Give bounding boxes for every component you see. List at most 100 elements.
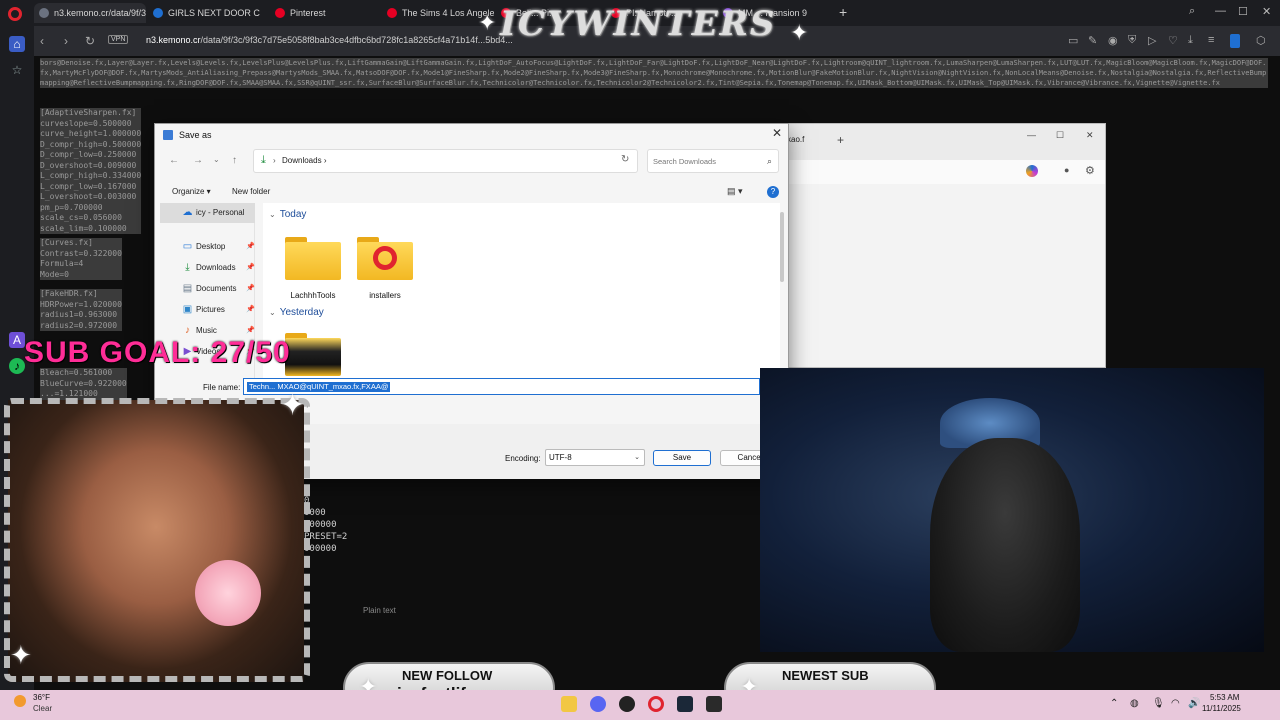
star-icon[interactable]: ☆ <box>9 62 25 78</box>
clock-date[interactable]: 11/11/2025 <box>1202 704 1241 713</box>
download-icon: ⤓ <box>185 262 190 273</box>
tab-title: GIRLS NEXT DOOR COLLE <box>168 8 260 18</box>
notepad-close-button[interactable]: ✕ <box>1086 130 1094 141</box>
search-tabs-icon[interactable]: ⌕ <box>1189 5 1195 18</box>
reload-icon[interactable]: ↻ <box>85 34 95 48</box>
download-icon[interactable]: ⤓ <box>1188 34 1193 47</box>
user-icon[interactable]: ● <box>1064 165 1069 175</box>
weather-icon[interactable] <box>14 695 26 707</box>
sparkle-icon: ✦ <box>790 20 809 45</box>
chevron-down-icon[interactable]: ⌄ <box>213 155 220 164</box>
close-button[interactable]: ✕ <box>1262 5 1271 18</box>
opera-logo-icon[interactable] <box>8 7 22 21</box>
notepad-maximize-button[interactable]: ☐ <box>1056 130 1064 141</box>
group-header-yesterday[interactable]: ⌄ Yesterday <box>269 307 324 318</box>
view-icon[interactable]: ▤ ▾ <box>727 186 743 197</box>
minimize-button[interactable]: — <box>1215 5 1226 17</box>
sidebar-item-label: Documents <box>196 284 237 293</box>
breadcrumb-item-downloads[interactable]: Downloads › <box>282 156 326 165</box>
save-button[interactable]: Save <box>653 450 711 466</box>
back-icon[interactable]: ‹ <box>40 34 44 48</box>
clock-time[interactable]: 5:53 AM <box>1210 693 1239 702</box>
opera-icon[interactable] <box>648 696 664 712</box>
tab-title: Pinterest <box>290 8 326 18</box>
volume-icon[interactable]: 🔊 <box>1188 698 1200 709</box>
code-sharpen: [AdaptiveSharpen.fx] curveslope=0.500000… <box>40 108 142 234</box>
sparkle-icon: ✦ <box>10 640 32 670</box>
sidebar-item-documents[interactable]: ▤ Documents 📌 <box>160 279 255 299</box>
sidebar-item-label: Desktop <box>196 242 226 251</box>
folder-item[interactable]: LachhhTools <box>275 231 341 300</box>
network-icon[interactable]: ◍ <box>1130 698 1139 709</box>
microphone-icon[interactable]: 🎙 <box>1152 698 1165 709</box>
file-name-value: Techn... MXAO@qUINT_mxao.fx,FXAA@ <box>247 382 391 392</box>
file-explorer-icon[interactable] <box>561 696 577 712</box>
dialog-close-button[interactable]: ✕ <box>772 126 782 140</box>
folder-icon <box>357 242 413 280</box>
shield-icon[interactable]: ⛨ <box>1128 34 1136 47</box>
back-icon[interactable]: ← <box>169 155 179 166</box>
file-list-scrollbar[interactable] <box>780 212 784 282</box>
taskbar: 36°F Clear ⌃ ◍ 🎙 ◠ 🔊 5:53 AM 11/11/2025 <box>0 690 1280 720</box>
play-icon[interactable]: ▷ <box>1148 34 1156 47</box>
download-icon: ⤓ <box>261 154 266 166</box>
extensions-icon[interactable]: ⬡ <box>1256 34 1266 47</box>
up-icon[interactable]: ↑ <box>232 155 237 166</box>
url-field[interactable]: n3.kemono.cr/data/9f/3c/9f3c7d75e5058f8b… <box>146 35 513 45</box>
search-input[interactable]: Search Downloads ⌕ <box>647 149 779 173</box>
sidebar-item-label: icy - Personal <box>196 208 245 217</box>
notepad-new-tab-button[interactable]: + <box>837 133 844 147</box>
sidebar-item-icy-personal[interactable]: ☁ icy - Personal <box>160 203 255 223</box>
maximize-button[interactable]: ☐ <box>1238 5 1248 18</box>
breadcrumb[interactable]: ⤓ › Downloads › ⌄ <box>253 149 702 173</box>
edit-icon[interactable]: ✎ <box>1088 34 1097 47</box>
file-name-input[interactable]: Techn... MXAO@qUINT_mxao.fx,FXAA@ <box>243 378 760 395</box>
notepad-minimize-button[interactable]: — <box>1027 130 1036 140</box>
sidebar-item-desktop[interactable]: ▭ Desktop 📌 <box>160 237 255 257</box>
code-bloom: Bleach=0.561000 BlueCurve=0.922000 ...=1… <box>40 368 127 400</box>
sidebar-item-pictures[interactable]: ▣ Pictures 📌 <box>160 300 255 320</box>
forward-icon[interactable]: → <box>193 155 203 166</box>
menu-icon[interactable]: ≡ <box>1208 34 1214 46</box>
status-plain-text: Plain text <box>363 606 396 615</box>
notepad-tab[interactable]: xao.f <box>787 135 804 144</box>
sidebar-item-downloads[interactable]: ⤓ Downloads 📌 <box>160 258 255 278</box>
notepad-toolbar: ● ⚙ <box>781 160 1105 184</box>
tab-girls-next-door[interactable]: GIRLS NEXT DOOR COLLE <box>148 3 260 23</box>
wifi-icon[interactable]: ◠ <box>1171 698 1180 709</box>
profile-icon[interactable] <box>1230 34 1240 48</box>
code-after: 0 0000 000000 PRESET=2 000000 <box>304 496 348 554</box>
refresh-icon[interactable]: ↻ <box>621 154 629 165</box>
vpn-badge[interactable]: VPN <box>108 35 129 44</box>
tab-pinterest[interactable]: Pinterest <box>270 3 376 23</box>
discord-icon[interactable] <box>590 696 606 712</box>
chevron-up-icon[interactable]: ⌃ <box>1110 698 1118 709</box>
sub-goal-counter: SUB GOAL: 27/50 <box>24 336 291 369</box>
heart-icon[interactable]: ♡ <box>1168 34 1178 47</box>
encoding-select[interactable]: UTF-8 ⌄ <box>545 449 645 466</box>
notepad-icon <box>163 130 173 140</box>
group-header-today[interactable]: ⌄ Today <box>269 209 306 220</box>
new-tab-button[interactable]: + <box>839 5 847 19</box>
terminal-icon[interactable] <box>706 696 722 712</box>
help-icon[interactable]: ? <box>767 186 779 198</box>
chevron-right-icon: › <box>273 156 276 165</box>
obs-icon[interactable] <box>619 696 635 712</box>
steam-icon[interactable] <box>677 696 693 712</box>
organize-button[interactable]: Organize ▾ <box>172 187 211 196</box>
aria-icon[interactable]: A <box>9 332 25 348</box>
encoding-label: Encoding: <box>505 454 541 463</box>
copilot-icon[interactable] <box>1026 165 1038 177</box>
breadcrumb-label: Downloads <box>282 156 322 165</box>
gear-icon[interactable]: ⚙ <box>1085 164 1095 177</box>
spotify-icon[interactable]: ♪ <box>9 358 25 374</box>
forward-icon[interactable]: › <box>64 34 68 48</box>
folder-item[interactable]: installers <box>347 231 413 300</box>
new-folder-button[interactable]: New folder <box>232 187 270 196</box>
reader-icon[interactable]: ▭ <box>1068 34 1078 47</box>
camera-icon[interactable]: ◉ <box>1108 34 1118 47</box>
weather-temp[interactable]: 36°F <box>33 693 50 702</box>
pin-icon: 📌 <box>246 306 255 313</box>
home-icon[interactable]: ⌂ <box>9 36 25 52</box>
tab-kemono[interactable]: n3.kemono.cr/data/9f/3c <box>34 3 146 23</box>
